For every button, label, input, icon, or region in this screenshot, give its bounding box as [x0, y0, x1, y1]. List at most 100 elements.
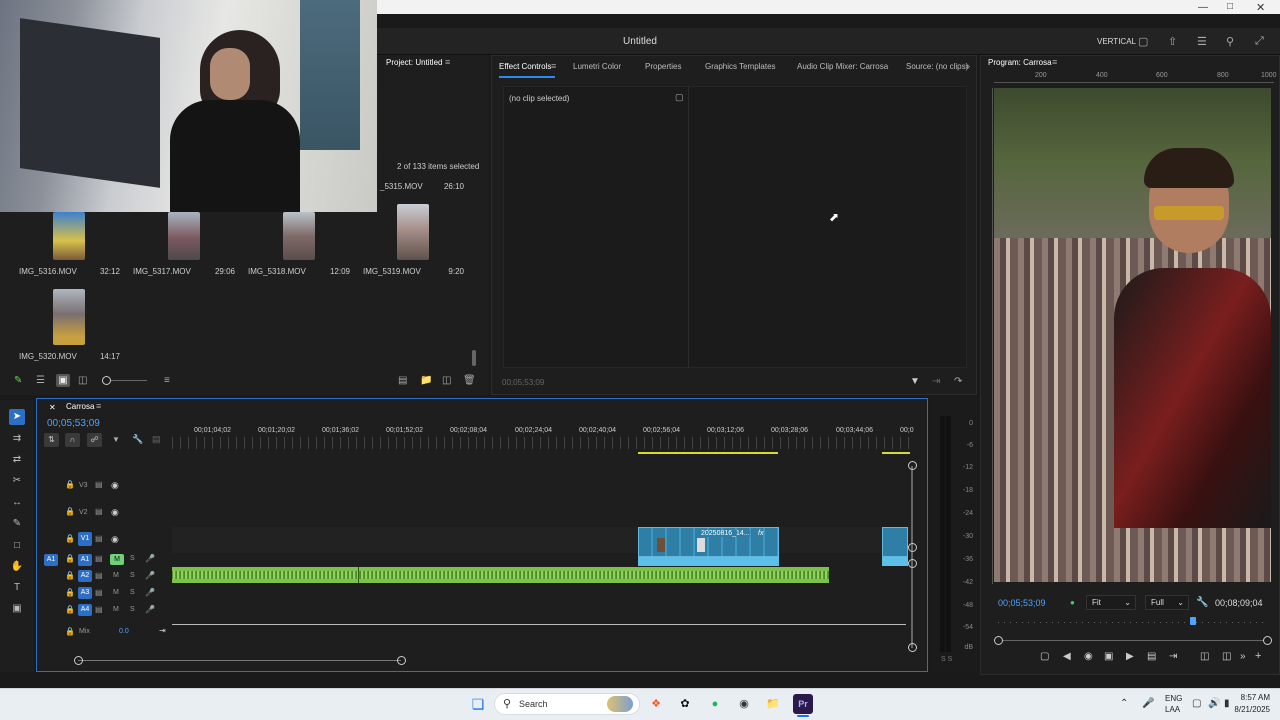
- vertical-scroll-track[interactable]: [911, 466, 913, 648]
- panel-menu-icon[interactable]: ≡: [96, 401, 101, 411]
- program-mini-ruler[interactable]: [998, 614, 1268, 625]
- zoom-slider-track[interactable]: [111, 380, 147, 381]
- clip-name[interactable]: _5315.MOV: [380, 182, 423, 191]
- solo-button[interactable]: S: [130, 572, 135, 579]
- share-icon[interactable]: ⇧: [1168, 35, 1177, 48]
- step-back-icon[interactable]: ◀: [1063, 651, 1071, 662]
- panel-menu-icon[interactable]: ≡: [551, 61, 556, 71]
- brave-icon[interactable]: ❖: [646, 694, 666, 714]
- fx-badge[interactable]: fx: [758, 530, 763, 537]
- sort-icon[interactable]: ≡: [164, 375, 170, 386]
- clock-time[interactable]: 8:57 AM: [1234, 693, 1270, 702]
- new-bin-icon[interactable]: 📁: [420, 375, 432, 386]
- audio-clip[interactable]: [172, 567, 829, 583]
- lock-icon[interactable]: 🔒: [65, 554, 75, 563]
- clip-name[interactable]: IMG_5318.MOV: [248, 267, 306, 276]
- freeform-view-icon[interactable]: ◫: [78, 375, 87, 386]
- windows-start-icon[interactable]: ❏: [468, 694, 488, 714]
- lock-icon[interactable]: 🔒: [65, 480, 75, 489]
- audio-clip-linked[interactable]: [882, 557, 908, 566]
- program-playhead[interactable]: [1190, 617, 1196, 625]
- clip-thumbnail[interactable]: [53, 289, 85, 345]
- icon-view-icon[interactable]: ▣: [56, 374, 70, 387]
- track-target-a2[interactable]: A2: [78, 570, 92, 582]
- source-patch-a1[interactable]: A1: [44, 554, 58, 566]
- sync-lock-icon[interactable]: ▤: [95, 534, 103, 543]
- scroll-handle-left[interactable]: [74, 656, 83, 665]
- horizontal-scroll-bar[interactable]: [78, 660, 401, 661]
- microphone-icon[interactable]: 🎤: [145, 605, 155, 614]
- safe-margins-icon[interactable]: ▢: [1040, 651, 1049, 662]
- microphone-icon[interactable]: 🎤: [1142, 698, 1154, 709]
- tabs-overflow-icon[interactable]: »: [965, 61, 970, 71]
- track-target-a3[interactable]: A3: [78, 587, 92, 599]
- microphone-icon[interactable]: 🎤: [145, 571, 155, 580]
- insert-nest-icon[interactable]: ⇅: [44, 433, 59, 447]
- track-target-v1[interactable]: V1: [78, 532, 92, 546]
- snap-icon[interactable]: ∩: [65, 433, 80, 447]
- search-icon[interactable]: ⚲: [1226, 35, 1234, 48]
- lock-icon[interactable]: 🔒: [65, 627, 75, 636]
- sequence-close-icon[interactable]: ✕: [49, 403, 56, 412]
- frame-icon[interactable]: ▢: [1138, 35, 1148, 48]
- captions-icon[interactable]: ▤: [152, 434, 161, 445]
- scroll-handle-right[interactable]: [397, 656, 406, 665]
- lock-icon[interactable]: 🔒: [65, 534, 75, 543]
- track-target-a1[interactable]: A1: [78, 554, 92, 566]
- spotify-icon[interactable]: ●: [705, 694, 725, 714]
- fit-dropdown[interactable]: Fit ⌄: [1086, 595, 1136, 610]
- solo-button[interactable]: S: [130, 555, 135, 562]
- program-tab[interactable]: Program: Carrosa: [988, 58, 1052, 67]
- menu-icon[interactable]: ☰: [1197, 35, 1207, 48]
- filter-icon[interactable]: ▼: [910, 376, 920, 387]
- sync-lock-icon[interactable]: ▤: [95, 588, 103, 597]
- add-marker-icon[interactable]: ▼: [112, 435, 120, 444]
- program-timecode[interactable]: 00;05;53;09: [998, 598, 1046, 608]
- mute-button[interactable]: M: [113, 572, 119, 579]
- extract-icon[interactable]: ◫: [1222, 651, 1231, 662]
- mute-button[interactable]: M: [113, 606, 119, 613]
- timeline-ruler-ticks[interactable]: [172, 437, 912, 449]
- eye-icon[interactable]: ◉: [111, 534, 119, 545]
- clip-name[interactable]: IMG_5316.MOV: [19, 267, 77, 276]
- track-target-a4[interactable]: A4: [78, 604, 92, 616]
- clock-date[interactable]: 8/21/2025: [1226, 705, 1270, 714]
- scroll-handle-left[interactable]: [994, 636, 1003, 645]
- multicam-icon[interactable]: ▣: [1104, 651, 1113, 662]
- video-clip[interactable]: [882, 527, 908, 557]
- lock-icon[interactable]: 🔒: [65, 605, 75, 614]
- clip-thumbnail[interactable]: [168, 212, 200, 260]
- list-view-icon[interactable]: ☰: [36, 375, 45, 386]
- program-video-frame[interactable]: [994, 88, 1271, 582]
- quality-dropdown[interactable]: Full ⌄: [1145, 595, 1189, 610]
- timeline-timecode[interactable]: 00;05;53;09: [47, 418, 100, 429]
- tab-audio-clip-mixer[interactable]: Audio Clip Mixer: Carrosa: [797, 62, 888, 71]
- automate-icon[interactable]: ▤: [398, 375, 407, 386]
- ripple-edit-icon[interactable]: ⇄: [9, 452, 25, 468]
- overflow-icon[interactable]: »: [1240, 651, 1246, 662]
- microphone-icon[interactable]: 🎤: [145, 588, 155, 597]
- scroll-handle[interactable]: [908, 543, 917, 552]
- lock-icon[interactable]: 🔒: [65, 571, 75, 580]
- volume-icon[interactable]: 🔊: [1208, 698, 1220, 709]
- sync-lock-icon[interactable]: ▤: [95, 571, 103, 580]
- tab-properties[interactable]: Properties: [645, 62, 681, 71]
- camera-icon[interactable]: ◉: [1084, 651, 1093, 662]
- zoom-slider-handle[interactable]: [102, 376, 111, 385]
- scroll-handle-right[interactable]: [1263, 636, 1272, 645]
- project-tab[interactable]: Project: Untitled: [386, 58, 442, 67]
- clip-thumbnail[interactable]: [53, 212, 85, 260]
- audio-clip-linked[interactable]: [638, 557, 779, 566]
- zoom-scroll-bar[interactable]: [1003, 640, 1263, 641]
- slip-tool-icon[interactable]: ↔: [9, 495, 25, 511]
- premiere-pro-icon[interactable]: Pr: [793, 694, 813, 714]
- step-forward-icon[interactable]: ⇥: [1169, 651, 1177, 662]
- chevron-up-icon[interactable]: ⌃: [1120, 698, 1128, 709]
- clip-thumbnail[interactable]: [283, 212, 315, 260]
- microphone-icon[interactable]: 🎤: [145, 554, 155, 563]
- mix-expand-icon[interactable]: ⇥: [159, 626, 166, 635]
- track-select-icon[interactable]: ⇉: [9, 431, 25, 447]
- trash-icon[interactable]: 🗑: [463, 375, 476, 386]
- sync-lock-icon[interactable]: ▤: [95, 480, 103, 489]
- clip-name[interactable]: IMG_5317.MOV: [133, 267, 191, 276]
